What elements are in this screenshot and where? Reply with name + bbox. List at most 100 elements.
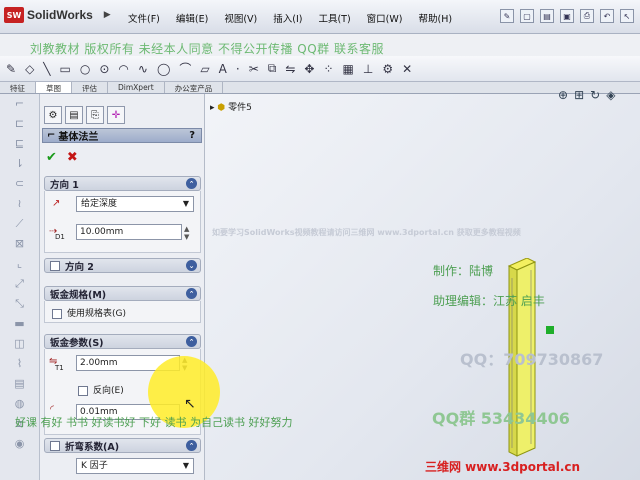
menu-expand-icon[interactable]: ▶ [104,10,111,20]
watermark-mid: 如要学习SolidWorks视频教程请访问三维网 www.3dportal.cn… [212,228,521,237]
section-bend-allowance[interactable]: 折弯系数(A) ⌃ [44,438,201,453]
help-button[interactable]: ? [189,130,195,141]
flatten-icon[interactable]: ▬ [0,314,39,334]
expand-icon[interactable]: ⌄ [186,260,197,271]
use-gauge-table-label: 使用规格表(G) [67,309,126,319]
tab-features[interactable]: 特征 [0,82,36,93]
feature-tree-item[interactable]: ▸ ⬢ 零件5 [210,100,252,113]
cancel-icon[interactable]: ✖ [67,150,78,165]
undo-icon[interactable]: ↶ [600,9,614,23]
fillet-icon[interactable]: ⌒ [179,60,191,77]
reverse-direction-icon[interactable]: ↗ [52,198,60,209]
tab-office[interactable]: 办公室产品 [165,82,224,93]
new-icon[interactable]: ▢ [520,9,534,23]
ellipse-icon[interactable]: ◯ [157,62,170,76]
collapse-icon[interactable]: ⌃ [186,440,197,451]
collapse-icon[interactable]: ⌃ [186,178,197,189]
app-logo[interactable]: SW SolidWorks ▶ [4,7,111,23]
section-sheetmetal-params[interactable]: 钣金参数(S) ⌃ [44,334,201,349]
zoom-fit-icon[interactable]: ⊕ [558,88,568,102]
collapse-icon[interactable]: ⌃ [186,288,197,299]
corner-icon[interactable]: ⌞ [0,254,39,274]
save-icon[interactable]: ▣ [560,9,574,23]
section-direction2[interactable]: 方向 2 ⌄ [44,258,201,273]
reverse-label: 反向(E) [93,386,124,396]
use-gauge-table-option[interactable]: 使用规格表(G) [52,306,126,319]
circle-icon[interactable]: ○ [80,62,90,76]
offset-icon[interactable]: ⧉ [268,61,277,76]
pattern-icon[interactable]: ⁘ [323,62,333,76]
arc-icon[interactable]: ◠ [118,62,128,76]
grid-icon[interactable]: ▦ [343,62,354,76]
menu-edit[interactable]: 编辑(E) [176,11,208,25]
menu-file[interactable]: 文件(F) [128,11,160,25]
tab-evaluate[interactable]: 评估 [72,82,108,93]
forming-tool-icon[interactable]: ◍ [0,394,39,414]
menu-help[interactable]: 帮助(H) [418,11,452,25]
menu-tools[interactable]: 工具(T) [318,11,350,25]
rip-icon[interactable]: ⌇ [0,354,39,374]
unfold-icon[interactable]: ⤢ [0,274,39,294]
menu-insert[interactable]: 插入(I) [273,11,302,25]
hole-icon[interactable]: ◉ [0,434,39,454]
direction2-checkbox[interactable] [50,260,60,271]
watermark-assistant: 助理编辑：江苏 启丰 [433,294,545,308]
move-icon[interactable]: ✥ [304,62,314,76]
menu-view[interactable]: 视图(V) [224,11,257,25]
reverse-checkbox[interactable] [78,385,88,396]
open-icon[interactable]: ▤ [540,9,554,23]
trim-icon[interactable]: ✂ [249,62,259,76]
menu-window[interactable]: 窗口(W) [367,11,403,25]
bend-allowance-checkbox[interactable] [50,440,60,451]
close-icon[interactable]: ✕ [402,62,412,76]
depth-input[interactable]: 10.00mm [76,224,182,240]
ok-icon[interactable]: ✔ [46,150,57,165]
sketched-bend-icon[interactable]: ⟋ [0,214,39,234]
vent-icon[interactable]: ▤ [0,374,39,394]
section-gauge[interactable]: 钣金规格(M) ⌃ [44,286,201,301]
fold-icon[interactable]: ⤡ [0,294,39,314]
jog-icon[interactable]: ≀ [0,194,39,214]
reverse-option[interactable]: 反向(E) [78,383,124,396]
base-flange-icon[interactable]: ⌐ [0,94,39,114]
spline-icon[interactable]: ∿ [138,62,148,76]
feature-manager-icon[interactable]: ⚙ [44,106,62,124]
line-icon[interactable]: ╲ [43,62,50,76]
repair-icon[interactable]: ⚙ [382,62,393,76]
select-icon[interactable]: ↖ [620,9,634,23]
text-icon[interactable]: A [219,62,227,76]
dimxpert-manager-icon[interactable]: ✛ [107,106,125,124]
sketch-icon[interactable]: ✎ [6,62,16,76]
relations-icon[interactable]: ⊥ [363,62,373,76]
smart-dimension-icon[interactable]: ◇ [25,62,34,76]
pin-icon[interactable]: ✎ [500,9,514,23]
print-icon[interactable]: ⎙ [580,9,594,23]
point-icon[interactable]: · [236,62,240,76]
bend-allowance-header: 折弯系数(A) [65,441,120,453]
tab-sketch[interactable]: 草图 [36,82,72,93]
depth-spinner[interactable]: ▲ ▼ [184,225,189,241]
section-direction1[interactable]: 方向 1 ⌃ [44,176,201,191]
miter-flange-icon[interactable]: ⇂ [0,154,39,174]
rectangle-icon[interactable]: ▭ [60,62,71,76]
property-manager-icon[interactable]: ▤ [65,106,83,124]
panel-tabs: ⚙ ▤ ⎘ ✛ [44,106,125,124]
tab-dimxpert[interactable]: DimXpert [108,82,165,93]
end-condition-select[interactable]: 给定深度 ▼ [76,196,194,212]
center-circle-icon[interactable]: ⊙ [99,62,109,76]
bend-type-select[interactable]: K 因子 ▼ [76,458,194,474]
zoom-area-icon[interactable]: ⊞ [574,88,584,102]
mirror-icon[interactable]: ⇋ [285,62,295,76]
hem-icon[interactable]: ⊂ [0,174,39,194]
use-gauge-table-checkbox[interactable] [52,308,62,319]
watermark-qq: QQ：709730867 [460,350,604,369]
rotate-icon[interactable]: ↻ [590,88,600,102]
edge-flange-icon[interactable]: ⊑ [0,134,39,154]
plane-icon[interactable]: ▱ [200,62,209,76]
configuration-icon[interactable]: ⎘ [86,106,104,124]
view-orient-icon[interactable]: ◈ [606,88,615,102]
cross-break-icon[interactable]: ⊠ [0,234,39,254]
convert-icon[interactable]: ⊏ [0,114,39,134]
collapse-icon[interactable]: ⌃ [186,336,197,347]
no-bends-icon[interactable]: ◫ [0,334,39,354]
